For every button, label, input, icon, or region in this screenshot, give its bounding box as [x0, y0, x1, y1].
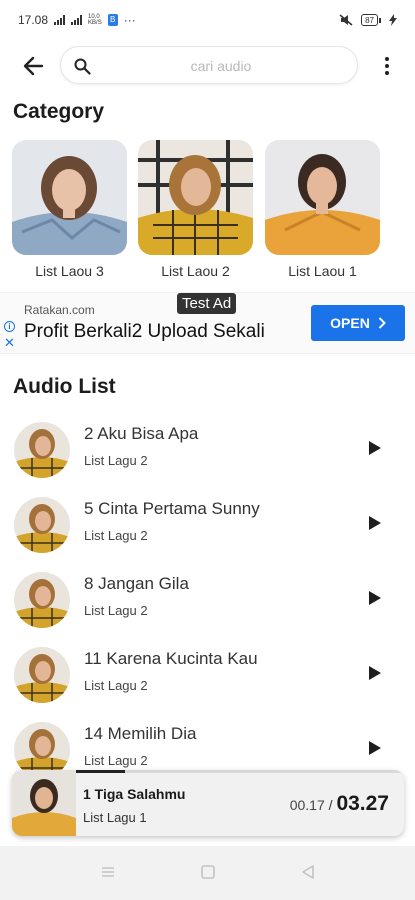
player-total-time: 03.27	[336, 792, 389, 815]
audio-title: 14 Memilih Dia	[84, 724, 197, 743]
ad-close-icon[interactable]: ✕	[4, 335, 15, 351]
audio-subtitle: List Lagu 2	[84, 603, 148, 618]
category-heading: Category	[13, 100, 105, 123]
audio-list-item[interactable]: 8 Jangan Gila List Lagu 2	[0, 566, 415, 638]
audio-title: 2 Aku Bisa Apa	[84, 424, 199, 443]
category-item-1[interactable]: List Laou 1	[265, 140, 380, 279]
player-progress-fill	[76, 770, 126, 773]
category-label: List Laou 1	[288, 263, 357, 279]
mini-player[interactable]: 1 Tiga Salahmu List Lagu 1 00.17 / 03.27	[12, 770, 404, 836]
audio-avatar	[14, 422, 70, 478]
home-icon[interactable]	[200, 864, 216, 880]
bluetooth-icon: B	[107, 14, 118, 26]
category-thumbnail	[265, 140, 380, 255]
category-thumbnail	[12, 140, 127, 255]
ad-domain: Ratakan.com	[24, 303, 95, 317]
audio-list-heading: Audio List	[13, 375, 116, 398]
search-input[interactable]	[101, 53, 341, 79]
status-bar: 17.08 10,0 KB/S B ··· 87	[0, 0, 415, 40]
category-label: List Laou 2	[161, 263, 230, 279]
player-progress-track[interactable]	[76, 770, 404, 773]
player-time-separator: /	[324, 797, 337, 813]
player-title: 1 Tiga Salahmu	[83, 786, 186, 802]
net-speed: 10,0 KB/S	[88, 14, 102, 26]
chevron-right-icon	[378, 317, 386, 329]
audio-avatar	[14, 647, 70, 703]
charging-icon	[389, 14, 397, 26]
audio-title: 8 Jangan Gila	[84, 574, 189, 593]
audio-subtitle: List Lagu 2	[84, 753, 148, 768]
audio-subtitle: List Lagu 2	[84, 453, 148, 468]
audio-title: 11 Karena Kucinta Kau	[84, 649, 258, 668]
audio-subtitle: List Lagu 2	[84, 528, 148, 543]
category-label: List Laou 3	[35, 263, 104, 279]
audio-list-item[interactable]: 11 Karena Kucinta Kau List Lagu 2	[0, 641, 415, 713]
play-icon[interactable]	[368, 665, 382, 681]
more-notifications-icon: ···	[123, 13, 136, 27]
search-bar[interactable]	[60, 46, 358, 84]
search-icon	[74, 58, 91, 75]
audio-avatar	[14, 497, 70, 553]
category-thumbnail	[138, 140, 253, 255]
ad-info-icon[interactable]: i	[4, 321, 15, 332]
play-icon[interactable]	[368, 440, 382, 456]
status-time: 17.08	[18, 13, 49, 27]
back-triangle-icon[interactable]	[300, 864, 316, 880]
audio-list-item[interactable]: 2 Aku Bisa Apa List Lagu 2	[0, 416, 415, 488]
more-vertical-icon[interactable]	[378, 52, 396, 80]
arrow-left-icon	[23, 56, 44, 76]
signal-icon	[54, 15, 66, 25]
player-subtitle: List Lagu 1	[83, 810, 147, 825]
audio-subtitle: List Lagu 2	[84, 678, 148, 693]
battery-icon: 87	[361, 14, 381, 26]
audio-list-item[interactable]: 5 Cinta Pertama Sunny List Lagu 2	[0, 491, 415, 563]
ad-open-label: OPEN	[330, 315, 370, 331]
system-nav-bar	[0, 846, 415, 900]
ad-open-button[interactable]: OPEN	[311, 305, 405, 341]
menu-icon[interactable]	[100, 864, 116, 880]
signal-icon-2	[71, 15, 83, 25]
play-icon[interactable]	[368, 515, 382, 531]
audio-avatar	[14, 572, 70, 628]
back-button[interactable]	[20, 52, 48, 80]
audio-title: 5 Cinta Pertama Sunny	[84, 499, 260, 518]
play-icon[interactable]	[368, 740, 382, 756]
category-item-3[interactable]: List Laou 3	[12, 140, 127, 279]
player-time: 00.17 / 03.27	[290, 792, 389, 816]
ad-banner[interactable]: i ✕ Ratakan.com Test Ad Profit Berkali2 …	[0, 292, 415, 354]
top-bar	[0, 44, 415, 88]
play-icon[interactable]	[368, 590, 382, 606]
ad-headline[interactable]: Profit Berkali2 Upload Sekali	[24, 321, 265, 343]
ad-badge: Test Ad	[177, 293, 237, 314]
player-current-time: 00.17	[289, 797, 325, 813]
mute-icon	[339, 14, 353, 26]
category-item-2[interactable]: List Laou 2	[138, 140, 253, 279]
player-cover	[12, 770, 76, 836]
